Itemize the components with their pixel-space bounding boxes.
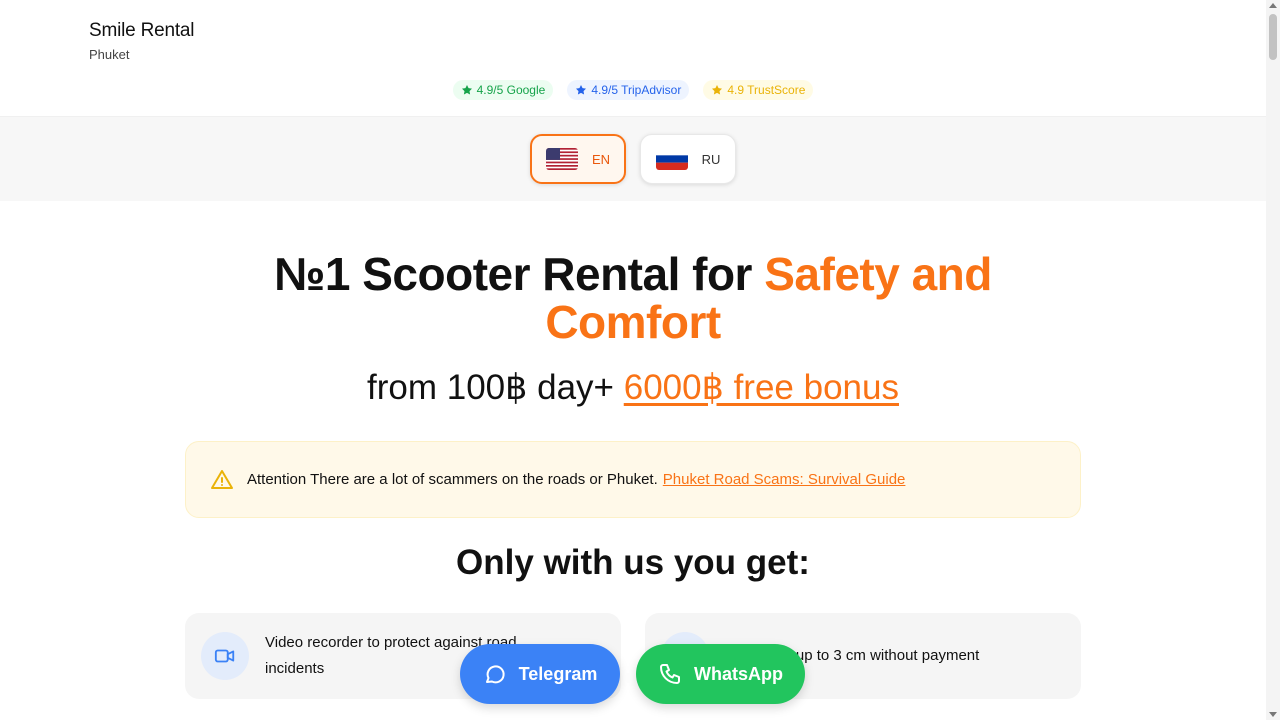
- brand-name[interactable]: Smile Rental: [89, 20, 195, 42]
- feature-icon-wrap: [201, 632, 249, 680]
- telegram-button[interactable]: Telegram: [460, 644, 620, 704]
- chat-bubble-icon: [485, 665, 505, 684]
- brand[interactable]: Smile Rental Phuket: [89, 20, 195, 62]
- whatsapp-label: WhatsApp: [694, 663, 783, 684]
- language-button-en[interactable]: EN: [530, 134, 626, 184]
- rating-label: 4.9/5 Google: [476, 83, 546, 97]
- scroll-down-arrow-icon[interactable]: [1269, 712, 1277, 717]
- scroll-thumb[interactable]: [1269, 14, 1277, 60]
- hero-title: №1 Scooter Rental for Safety and Comfort: [200, 250, 1066, 346]
- us-flag-icon: [545, 148, 578, 170]
- ru-flag-icon: [655, 148, 688, 170]
- rating-badge-tripadvisor[interactable]: 4.9/5 TripAdvisor: [567, 80, 690, 100]
- star-icon: [461, 85, 472, 95]
- star-icon: [576, 85, 587, 95]
- warning-icon: [211, 469, 233, 489]
- hero-title-main: №1 Scooter Rental for: [274, 248, 765, 300]
- language-button-ru[interactable]: RU: [640, 134, 736, 184]
- rating-label: 4.9/5 TripAdvisor: [591, 83, 682, 97]
- alert-text: Attention There are a lot of scammers on…: [247, 471, 658, 488]
- video-camera-icon: [214, 649, 235, 663]
- hero-subtitle-main: from 100฿ day+: [367, 368, 624, 407]
- page-scrollbar[interactable]: [1266, 0, 1280, 720]
- hero-subtitle: from 100฿ day+ 6000฿ free bonus: [200, 368, 1066, 408]
- phone-icon: [660, 664, 680, 684]
- language-code: RU: [701, 151, 721, 167]
- scam-alert: Attention There are a lot of scammers on…: [185, 441, 1081, 518]
- rating-badge-google[interactable]: 4.9/5 Google: [452, 80, 554, 100]
- section-title: Only with us you get:: [456, 543, 810, 582]
- brand-city: Phuket: [89, 47, 130, 62]
- telegram-label: Telegram: [518, 663, 598, 684]
- star-icon: [712, 85, 723, 95]
- language-code: EN: [591, 151, 611, 167]
- rating-label: 4.9 TrustScore: [727, 83, 806, 97]
- whatsapp-button[interactable]: WhatsApp: [636, 644, 805, 704]
- scroll-up-arrow-icon[interactable]: [1269, 3, 1277, 8]
- bonus-link[interactable]: 6000฿ free bonus: [624, 368, 899, 407]
- rating-badge-trustscore[interactable]: 4.9 TrustScore: [703, 80, 814, 100]
- language-switcher: EN RU: [0, 117, 1266, 201]
- scam-guide-link[interactable]: Phuket Road Scams: Survival Guide: [663, 471, 906, 488]
- ratings-row: 4.9/5 Google 4.9/5 TripAdvisor 4.9 Trust…: [0, 80, 1266, 100]
- site-header: Smile Rental Phuket 4.9/5 Google 4.9/5 T…: [0, 0, 1266, 117]
